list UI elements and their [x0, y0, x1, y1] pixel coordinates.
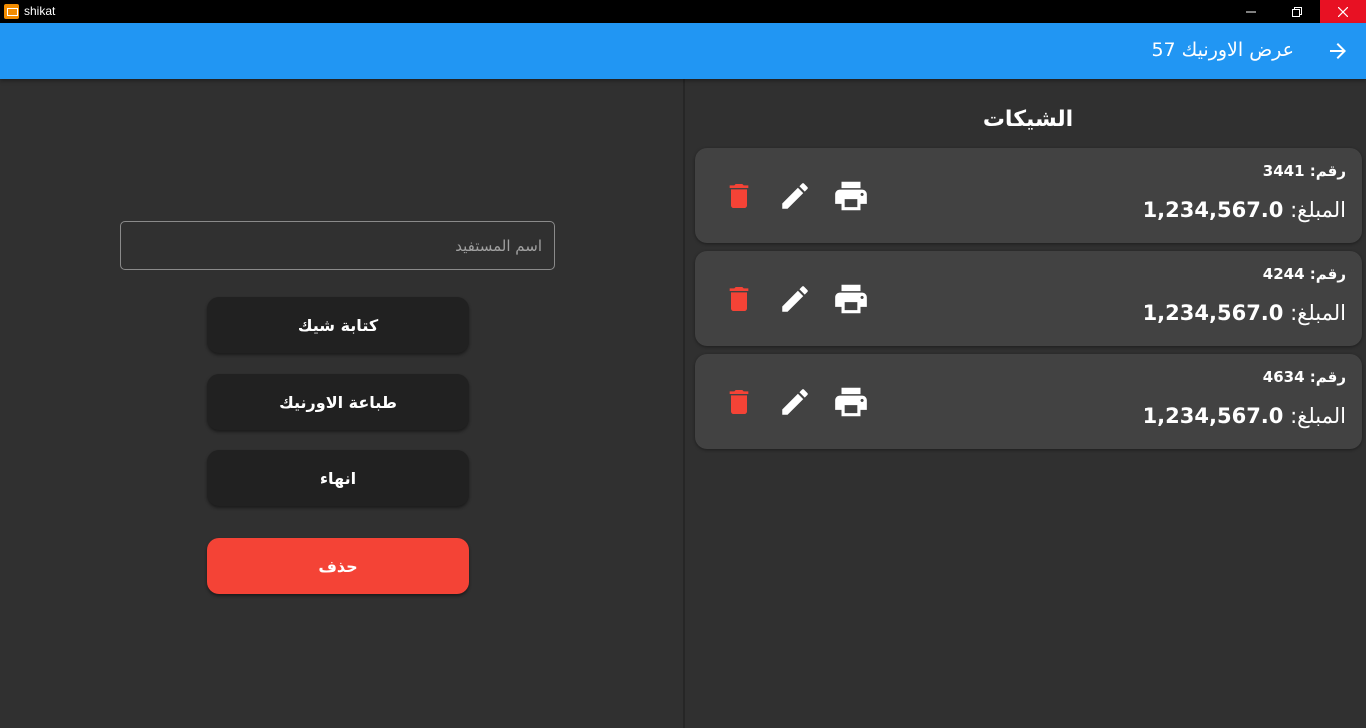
close-button[interactable]: [1320, 0, 1366, 23]
printer-icon: [835, 181, 867, 211]
app-bar: عرض الاورنيك 57: [0, 23, 1366, 79]
restore-button[interactable]: [1274, 0, 1320, 23]
check-number-value: 3441: [1262, 162, 1305, 180]
check-card: رقم: 3441 المبلغ: 1,234,567.0: [695, 148, 1362, 243]
check-amount-value: 1,234,567.0: [1142, 301, 1284, 325]
window-titlebar: shikat: [0, 0, 1366, 23]
check-number: رقم: 4634: [1263, 368, 1346, 386]
check-number-label: رقم:: [1309, 162, 1346, 180]
trash-icon: [729, 184, 749, 208]
check-amount-label: المبلغ:: [1290, 301, 1346, 325]
check-card: رقم: 4634 المبلغ: 1,234,567.0: [695, 354, 1362, 449]
print-check-button[interactable]: [832, 280, 870, 318]
trash-icon: [729, 390, 749, 414]
printer-icon: [835, 284, 867, 314]
printer-icon: [835, 387, 867, 417]
delete-check-button[interactable]: [720, 177, 758, 215]
check-card: رقم: 4244 المبلغ: 1,234,567.0: [695, 251, 1362, 346]
print-check-button[interactable]: [832, 383, 870, 421]
app-icon: [4, 4, 19, 19]
edit-check-button[interactable]: [776, 177, 814, 215]
trash-icon: [729, 287, 749, 311]
page-title: عرض الاورنيك 57: [1151, 39, 1294, 61]
close-icon: [1338, 6, 1348, 17]
check-amount: المبلغ: 1,234,567.0: [1143, 198, 1346, 222]
delete-check-button[interactable]: [720, 280, 758, 318]
check-number-value: 4244: [1262, 265, 1305, 283]
check-number-label: رقم:: [1309, 265, 1346, 283]
minimize-icon: [1246, 11, 1256, 12]
checks-panel: الشيكات رقم: 3441 المبلغ: 1,234,567.0 رق…: [685, 79, 1366, 728]
check-number: رقم: 4244: [1263, 265, 1346, 283]
check-amount-value: 1,234,567.0: [1142, 198, 1284, 222]
check-number-value: 4634: [1262, 368, 1305, 386]
pencil-icon: [782, 389, 808, 415]
delete-check-button[interactable]: [720, 383, 758, 421]
check-amount-label: المبلغ:: [1290, 404, 1346, 428]
check-amount-label: المبلغ:: [1290, 198, 1346, 222]
check-number: رقم: 3441: [1263, 162, 1346, 180]
check-amount: المبلغ: 1,234,567.0: [1143, 404, 1346, 428]
form-panel: كتابة شيك طباعة الاورنيك انهاء حذف: [0, 79, 683, 728]
print-check-button[interactable]: [832, 177, 870, 215]
check-number-label: رقم:: [1309, 368, 1346, 386]
pencil-icon: [782, 183, 808, 209]
check-amount: المبلغ: 1,234,567.0: [1143, 301, 1346, 325]
beneficiary-input[interactable]: [121, 222, 554, 269]
minimize-button[interactable]: [1228, 0, 1274, 23]
arrow-forward-icon: [1330, 43, 1346, 59]
back-button[interactable]: [1326, 39, 1350, 63]
edit-check-button[interactable]: [776, 280, 814, 318]
delete-button[interactable]: حذف: [207, 538, 469, 594]
write-check-button[interactable]: كتابة شيك: [207, 297, 469, 353]
pencil-icon: [782, 286, 808, 312]
check-amount-value: 1,234,567.0: [1142, 404, 1284, 428]
checks-title: الشيكات: [982, 107, 1074, 132]
restore-icon: [1292, 6, 1302, 17]
beneficiary-field[interactable]: [120, 221, 555, 270]
print-form-button[interactable]: طباعة الاورنيك: [207, 374, 469, 430]
window-title: shikat: [24, 4, 56, 18]
edit-check-button[interactable]: [776, 383, 814, 421]
finish-button[interactable]: انهاء: [207, 450, 469, 506]
